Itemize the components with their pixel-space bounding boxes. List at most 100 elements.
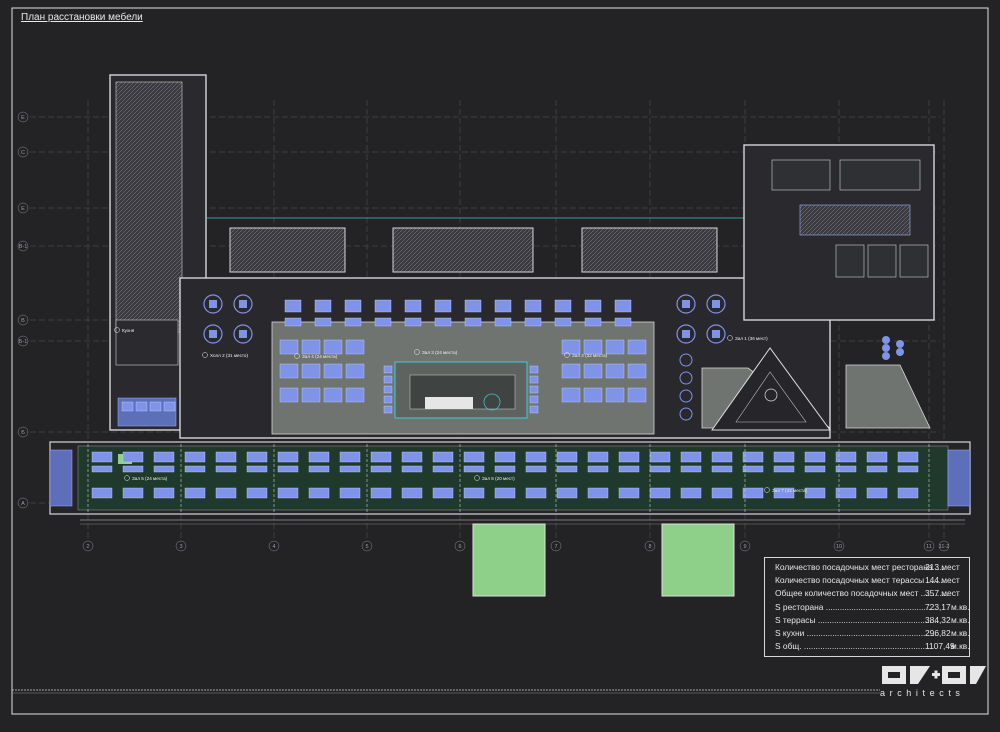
- hall-table: [464, 299, 482, 313]
- bar-chair: [383, 405, 393, 414]
- terrace-table: [184, 487, 206, 499]
- hall-chair-row: [344, 317, 362, 327]
- booth-table: [323, 339, 343, 355]
- terrace-bench: [587, 465, 609, 473]
- stat-label: S кухни ................................…: [775, 628, 937, 638]
- room-label: Холл 2 (31 место): [210, 353, 248, 358]
- lounge-chair: [896, 348, 904, 356]
- hall-table: [584, 299, 602, 313]
- round-table-top: [209, 300, 217, 308]
- terrace-table: [246, 451, 268, 463]
- room-label: Кухня: [122, 328, 135, 333]
- terrace-bench: [91, 465, 113, 473]
- kitchen-seat: [135, 401, 148, 412]
- stat-row: Количество посадочных мест терассы .....…: [775, 575, 965, 588]
- terrace-table: [494, 487, 516, 499]
- terrace-table: [277, 451, 299, 463]
- right-corner-lounge: [845, 364, 931, 429]
- axis-column-label: 10: [836, 544, 842, 550]
- terrace-table: [153, 487, 175, 499]
- bar-chair: [383, 385, 393, 394]
- terrace-table: [711, 451, 733, 463]
- round-table-top: [209, 330, 217, 338]
- axis-column-label: 4: [272, 544, 275, 550]
- booth-table: [301, 339, 321, 355]
- stat-label: Количество посадочных мест ресторана ...…: [775, 562, 945, 572]
- terrace-bench: [184, 465, 206, 473]
- stat-row: S общ. .................................…: [775, 641, 970, 654]
- cabin-3: [899, 244, 929, 278]
- axis-column-label: 7: [554, 544, 557, 550]
- terrace-bench: [804, 465, 826, 473]
- terrace-table: [649, 487, 671, 499]
- booth-table: [627, 387, 647, 403]
- terrace-table: [525, 451, 547, 463]
- terrace-bench: [463, 465, 485, 473]
- stat-label: S террасы ..............................…: [775, 615, 939, 625]
- terrace-table: [339, 451, 361, 463]
- terrace-bench: [308, 465, 330, 473]
- drawing-sheet: План расстановки мебели 2 3 4 5 6 7 8 9 10 11 11-2…: [0, 0, 1000, 732]
- hall-table: [404, 299, 422, 313]
- bar-chair: [383, 365, 393, 374]
- axis-row-label: E: [21, 115, 25, 121]
- terrace-bench: [432, 465, 454, 473]
- terrace-table: [680, 451, 702, 463]
- terrace-table: [308, 487, 330, 499]
- stat-unit: м.кв.: [951, 602, 970, 612]
- bar-chair: [529, 385, 539, 394]
- hall-table: [344, 299, 362, 313]
- room-label: Зал 1 (36 мест): [735, 336, 768, 341]
- green-block-right: [661, 523, 735, 597]
- terrace-table: [618, 487, 640, 499]
- hall-table: [284, 299, 302, 313]
- terrace-table: [122, 487, 144, 499]
- stat-unit: м.кв.: [951, 615, 970, 625]
- terrace-left-cap: [49, 449, 73, 507]
- restroom-2: [839, 159, 921, 191]
- booth-table: [279, 363, 299, 379]
- terrace-bench: [556, 465, 578, 473]
- axis-column-label: 11: [926, 544, 932, 550]
- service-room-2: [392, 227, 534, 273]
- terrace-bench: [122, 465, 144, 473]
- hall-chair-row: [554, 317, 572, 327]
- terrace-table: [587, 487, 609, 499]
- terrace-table: [556, 451, 578, 463]
- hall-chair-row: [284, 317, 302, 327]
- terrace-table: [804, 451, 826, 463]
- booth-table: [279, 387, 299, 403]
- right-service-block: [743, 144, 935, 321]
- terrace-table: [463, 451, 485, 463]
- terrace-table: [866, 451, 888, 463]
- stat-value: 384,32: [925, 615, 951, 625]
- round-table-top: [682, 330, 690, 338]
- terrace-table: [339, 487, 361, 499]
- green-block-left: [472, 523, 546, 597]
- hall-chair-row: [374, 317, 392, 327]
- stat-unit: м.кв.: [951, 628, 970, 638]
- stat-row: S террасы ..............................…: [775, 615, 970, 628]
- stat-value: 213 мест: [925, 562, 960, 572]
- terrace-table: [463, 487, 485, 499]
- terrace-table: [401, 487, 423, 499]
- hall-chair-row: [524, 317, 542, 327]
- stat-row: Общее количество посадочных мест .......…: [775, 588, 965, 601]
- terrace-table: [215, 451, 237, 463]
- kitchen-seat: [163, 401, 176, 412]
- terrace-table: [153, 451, 175, 463]
- booth-table: [605, 387, 625, 403]
- bar-chair: [383, 395, 393, 404]
- terrace-table: [711, 487, 733, 499]
- terrace-table: [184, 451, 206, 463]
- logo-text: architects: [880, 688, 965, 698]
- axis-row-label: Б-1: [19, 339, 28, 345]
- round-table-top: [239, 330, 247, 338]
- terrace-table: [897, 487, 919, 499]
- bar-chair: [529, 375, 539, 384]
- booth-table: [583, 387, 603, 403]
- room-label: Зал 4 (24 места): [302, 354, 338, 359]
- hall-table: [614, 299, 632, 313]
- axis-column-label: 3: [179, 544, 182, 550]
- service-room-1: [229, 227, 346, 273]
